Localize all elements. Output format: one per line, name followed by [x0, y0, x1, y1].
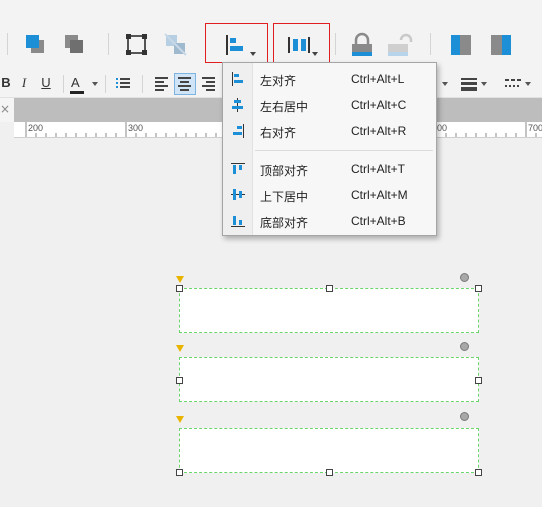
menu-item-align-right[interactable]: 右对齐 Ctrl+Alt+R — [223, 118, 436, 144]
group-icon — [126, 34, 147, 55]
lock-icon — [352, 32, 372, 56]
align-left-icon — [232, 72, 243, 86]
unlock-icon — [388, 33, 413, 56]
align-highlight — [205, 23, 268, 63]
menu-item-label: 左对齐 — [260, 74, 297, 88]
line-pattern-dropdown[interactable] — [502, 73, 538, 95]
line-weight-icon — [461, 78, 487, 91]
group-button[interactable] — [123, 31, 151, 59]
right-panel-button[interactable] — [488, 31, 516, 59]
bullet-list-icon — [116, 78, 130, 88]
resize-handle[interactable] — [326, 469, 333, 476]
menu-item-shortcut: Ctrl+Alt+T — [351, 162, 406, 176]
right-panel-icon — [491, 35, 511, 55]
ruler-label: 00 — [437, 123, 448, 133]
menu-item-label: 底部对齐 — [260, 216, 309, 230]
toolbar-separator — [108, 33, 109, 55]
send-backward-button[interactable] — [61, 31, 89, 59]
send-backward-icon — [65, 35, 83, 53]
text-align-center-button[interactable] — [174, 73, 196, 95]
ungroup-button[interactable] — [162, 31, 190, 59]
selected-widget[interactable] — [179, 428, 479, 473]
bring-forward-button[interactable] — [22, 31, 50, 59]
font-color-button[interactable]: A — [67, 73, 101, 95]
ruler-label: 300 — [128, 123, 144, 133]
toolbar-separator — [63, 75, 64, 93]
chevron-down-icon — [92, 82, 98, 86]
link-marker-icon[interactable] — [176, 416, 184, 423]
line-weight-dropdown[interactable] — [458, 73, 494, 95]
menu-item-align-top[interactable]: 顶部对齐 Ctrl+Alt+T — [223, 156, 436, 182]
line-pattern-icon — [505, 79, 531, 87]
menu-item-shortcut: Ctrl+Alt+R — [351, 124, 407, 138]
align-bottom-icon — [231, 216, 245, 227]
align-right-icon — [233, 124, 244, 138]
resize-handle[interactable] — [326, 285, 333, 292]
text-align-right-icon — [202, 77, 215, 91]
widget-handle-icon[interactable] — [460, 342, 469, 351]
menu-item-label: 右对齐 — [260, 126, 297, 140]
toolbar-separator — [335, 33, 336, 55]
resize-handle[interactable] — [176, 469, 183, 476]
menu-item-align-bottom[interactable]: 底部对齐 Ctrl+Alt+B — [223, 208, 436, 234]
resize-handle[interactable] — [475, 469, 482, 476]
selected-widget[interactable] — [179, 357, 479, 402]
menu-item-label: 上下居中 — [260, 190, 309, 204]
menu-item-label: 顶部对齐 — [260, 164, 309, 178]
widget-handle-icon[interactable] — [460, 412, 469, 421]
toolbar-separator — [105, 75, 106, 93]
bring-forward-icon — [26, 35, 44, 53]
ruler-label: 200 — [28, 123, 44, 133]
document-tab[interactable]: × — [0, 98, 14, 122]
menu-item-shortcut: Ctrl+Alt+C — [351, 98, 407, 112]
toolbar-separator — [7, 33, 8, 55]
font-color-letter: A — [71, 75, 80, 90]
align-menu: 左对齐 Ctrl+Alt+L 左右居中 Ctrl+Alt+C 右对齐 Ctrl+… — [222, 62, 437, 236]
ruler-label: 700 — [528, 123, 542, 133]
link-marker-icon[interactable] — [176, 276, 184, 283]
underline-button[interactable]: U — [36, 73, 56, 95]
unlock-button[interactable] — [386, 31, 414, 59]
resize-handle[interactable] — [176, 285, 183, 292]
menu-item-shortcut: Ctrl+Alt+B — [351, 214, 406, 228]
menu-item-shortcut: Ctrl+Alt+L — [351, 72, 405, 86]
toolbar-separator — [430, 33, 431, 55]
menu-separator — [255, 150, 433, 151]
text-align-right-button[interactable] — [198, 73, 220, 95]
text-align-left-button[interactable] — [151, 73, 173, 95]
menu-item-align-center[interactable]: 左右居中 Ctrl+Alt+C — [223, 92, 436, 118]
close-icon[interactable]: × — [0, 102, 10, 116]
link-marker-icon[interactable] — [176, 345, 184, 352]
distribute-highlight — [273, 23, 330, 63]
bold-button[interactable]: B — [0, 73, 12, 95]
menu-item-align-middle[interactable]: 上下居中 Ctrl+Alt+M — [223, 182, 436, 208]
left-panel-button[interactable] — [448, 31, 476, 59]
text-align-left-icon — [155, 77, 168, 91]
main-toolbar — [0, 0, 542, 70]
resize-handle[interactable] — [176, 377, 183, 384]
font-color-swatch — [70, 91, 84, 94]
lock-button[interactable] — [348, 31, 376, 59]
align-center-icon — [232, 98, 243, 112]
resize-handle[interactable] — [475, 285, 482, 292]
left-panel-icon — [451, 35, 471, 55]
selected-widget[interactable] — [179, 288, 479, 333]
border-style-dropdown[interactable] — [438, 73, 454, 95]
ungroup-icon — [164, 33, 187, 56]
align-middle-icon — [231, 189, 245, 200]
widget-handle-icon[interactable] — [460, 273, 469, 282]
align-top-icon — [231, 163, 245, 174]
text-align-center-icon — [178, 77, 191, 91]
toolbar-separator — [142, 75, 143, 93]
italic-button[interactable]: I — [15, 73, 33, 95]
menu-item-label: 左右居中 — [260, 100, 309, 114]
menu-item-shortcut: Ctrl+Alt+M — [351, 188, 408, 202]
chevron-down-icon — [442, 82, 448, 86]
menu-item-align-left[interactable]: 左对齐 Ctrl+Alt+L — [223, 66, 436, 92]
resize-handle[interactable] — [475, 377, 482, 384]
bullet-list-button[interactable] — [112, 73, 134, 95]
